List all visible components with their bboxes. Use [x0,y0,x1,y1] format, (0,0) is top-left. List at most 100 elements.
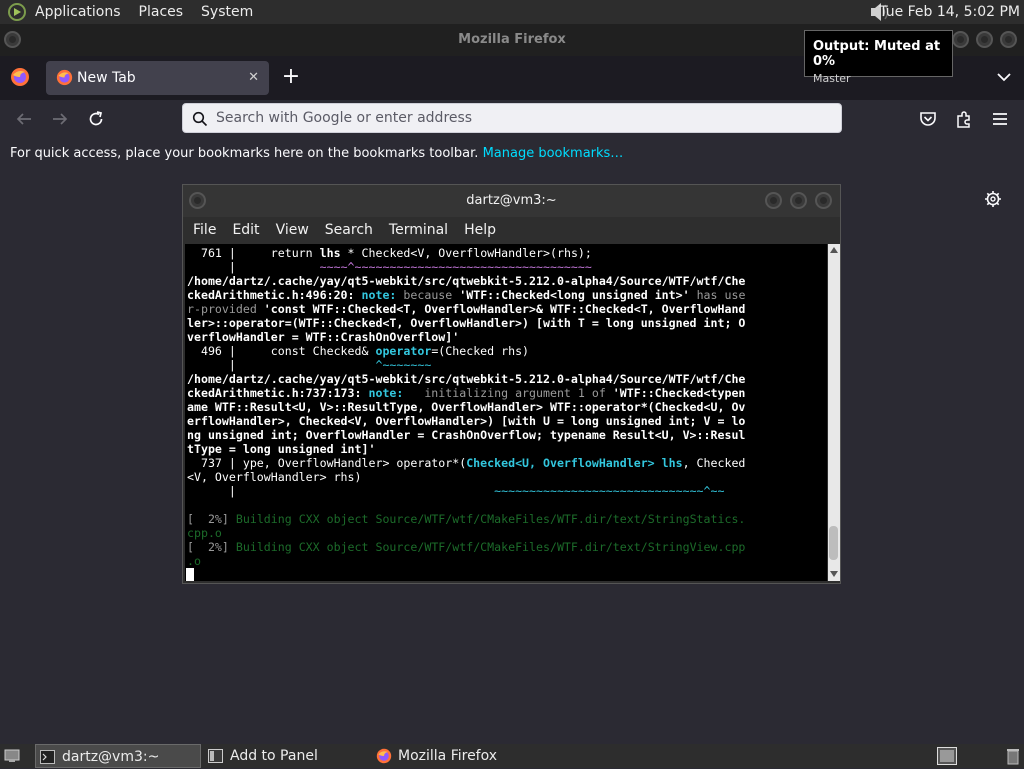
volume-notification: Output: Muted at 0% Master [804,30,953,85]
notification-title: Output: Muted at 0% [813,39,941,69]
terminal-menu-search[interactable]: Search [319,222,379,238]
terminal-window-menu-button[interactable] [189,192,206,209]
notification-subtitle: Master [813,72,851,85]
panel-window-icon [208,749,223,763]
terminal-line: r-provided 'const WTF::Checked<T, Overfl… [187,302,827,316]
terminal-text-segment: lhs [319,246,341,260]
tab-close-icon[interactable]: ✕ [248,61,259,95]
terminal-text-segment: because [396,288,460,302]
terminal-text-segment: initializing argument 1 of [403,386,613,400]
task-label: Add to Panel [230,748,318,764]
terminal-menu-view[interactable]: View [270,222,315,238]
new-tab-button[interactable]: + [280,65,302,89]
terminal-text-segment: | [187,358,376,372]
firefox-icon [56,69,73,86]
tab-new-tab[interactable]: New Tab ✕ [46,61,269,95]
terminal-menu-terminal[interactable]: Terminal [383,222,454,238]
hamburger-menu-icon[interactable] [990,109,1010,129]
terminal-text-segment: | [187,260,320,274]
terminal-text-segment: 'WTF::Checked<long unsigned int>' [459,288,690,302]
terminal-text-segment: Checked<U, OverflowHandler> lhs [466,456,683,470]
terminal-title: dartz@vm3:~ [466,193,557,208]
terminal-line: .o [187,554,827,568]
url-bar[interactable]: Search with Google or enter address [182,103,842,133]
scrollbar-thumb[interactable] [829,526,838,560]
terminal-text-segment: * [340,246,362,260]
minimize-button[interactable] [952,31,969,48]
terminal-text-segment: cpp.o [187,526,222,540]
terminal-text-segment: .o [187,554,201,568]
trash-icon[interactable] [1006,747,1020,765]
terminal-scrollbar[interactable] [828,244,840,581]
terminal-maximize-button[interactable] [790,192,807,209]
terminal-menubar: File Edit View Search Terminal Help [183,217,840,243]
show-desktop-icon[interactable] [4,748,20,764]
reload-icon[interactable] [86,109,106,129]
terminal-text-segment: ckedArithmetic.h:496:20: [187,288,362,302]
clock[interactable]: Tue Feb 14, 5:02 PM [879,0,1020,24]
task-label: Mozilla Firefox [398,748,498,764]
terminal-line: 496 | const Checked& operator=(Checked r… [187,344,827,358]
top-panel: Applications Places System Tue Feb 14, 5… [0,0,1024,24]
manage-bookmarks-link[interactable]: Manage bookmarks… [483,146,624,161]
terminal-line: 761 | return lhs * Checked<V, OverflowHa… [187,246,827,260]
gear-icon[interactable] [984,190,1002,208]
text-cursor [186,568,194,581]
terminal-line: ler>::operator=(WTF::Checked<T, Overflow… [187,316,827,330]
navigation-toolbar: Search with Google or enter address [0,100,1024,138]
terminal-titlebar[interactable]: dartz@vm3:~ [183,185,840,217]
close-window-button[interactable] [1000,31,1017,48]
terminal-line: 737 | ype, OverflowHandler> operator*(Ch… [187,456,827,470]
terminal-text-segment: /home/dartz/.cache/yay/qt5-webkit/src/qt… [187,372,746,386]
bottom-taskbar: dartz@vm3:~ Add to Panel Mozilla Firefox [0,744,1024,768]
bookmarks-toolbar: For quick access, place your bookmarks h… [0,140,1024,168]
scroll-up-arrow-icon[interactable] [830,247,838,253]
terminal-window[interactable]: dartz@vm3:~ File Edit View Search Termin… [182,184,841,584]
terminal-text-segment: 737 | ype, OverflowHandler> operator*( [187,456,467,470]
firefox-icon[interactable] [10,67,30,87]
terminal-minimize-button[interactable] [765,192,782,209]
apps-logo-icon[interactable] [8,3,26,21]
terminal-line: | ~~~~^~~~~~~~~~~~~~~~~~~~~~~~~~~~~~~~~~… [187,260,827,274]
scroll-down-arrow-icon[interactable] [830,571,838,577]
terminal-text-segment: verflowHandler = WTF::CrashOnOverflow]' [187,330,460,344]
terminal-line: | ~~~~~~~~~~~~~~~~~~~~~~~~~~~~~~^~~ [187,484,827,498]
terminal-text-segment: ^~~~~~~~ [375,358,432,372]
terminal-text-segment: <V, OverflowHandler> rhs) [187,470,362,484]
task-firefox[interactable]: Mozilla Firefox [372,744,542,768]
terminal-line: ckedArithmetic.h:737:173: note: initiali… [187,386,827,400]
extensions-icon[interactable] [954,109,974,129]
terminal-text-segment: ~~~~~~~~~~~~~~~~~~~~~~~~~~~~~~^~~ [494,484,725,498]
terminal-text-segment: note: [368,386,404,400]
back-arrow-icon[interactable] [14,109,34,129]
workspace-switcher-icon[interactable] [937,747,957,765]
terminal-line: verflowHandler = WTF::CrashOnOverflow]' [187,330,827,344]
firefox-icon [376,748,392,764]
maximize-button[interactable] [976,31,993,48]
terminal-line: /home/dartz/.cache/yay/qt5-webkit/src/qt… [187,274,827,288]
terminal-line: tType = long unsigned int]' [187,442,827,456]
terminal-text-segment: Building CXX object Source/WTF/wtf/CMake… [235,540,746,554]
menu-places[interactable]: Places [130,0,193,24]
terminal-line: cpp.o [187,526,827,540]
terminal-text-segment: r-provided [187,302,264,316]
menu-system[interactable]: System [192,0,262,24]
task-add-to-panel[interactable]: Add to Panel [204,744,364,768]
terminal-text-segment: ckedArithmetic.h:737:173: [187,386,369,400]
menu-applications[interactable]: Applications [26,0,130,24]
task-terminal[interactable]: dartz@vm3:~ [35,744,201,768]
terminal-text-segment: , Checked [682,456,746,470]
terminal-text-segment: Checked<V, OverflowHandler> [361,246,550,260]
chevron-down-icon[interactable] [995,68,1013,86]
forward-arrow-icon[interactable] [50,109,70,129]
terminal-close-button[interactable] [815,192,832,209]
terminal-text-segment: 'const WTF::Checked<T, OverflowHandler>&… [263,302,746,316]
terminal-menu-edit[interactable]: Edit [226,222,265,238]
terminal-output[interactable]: 761 | return lhs * Checked<V, OverflowHa… [185,244,827,581]
terminal-menu-file[interactable]: File [187,222,222,238]
terminal-text-segment: =(Checked rhs) [431,344,530,358]
pocket-icon[interactable] [918,109,938,129]
terminal-line: ckedArithmetic.h:496:20: note: because '… [187,288,827,302]
terminal-menu-help[interactable]: Help [458,222,502,238]
